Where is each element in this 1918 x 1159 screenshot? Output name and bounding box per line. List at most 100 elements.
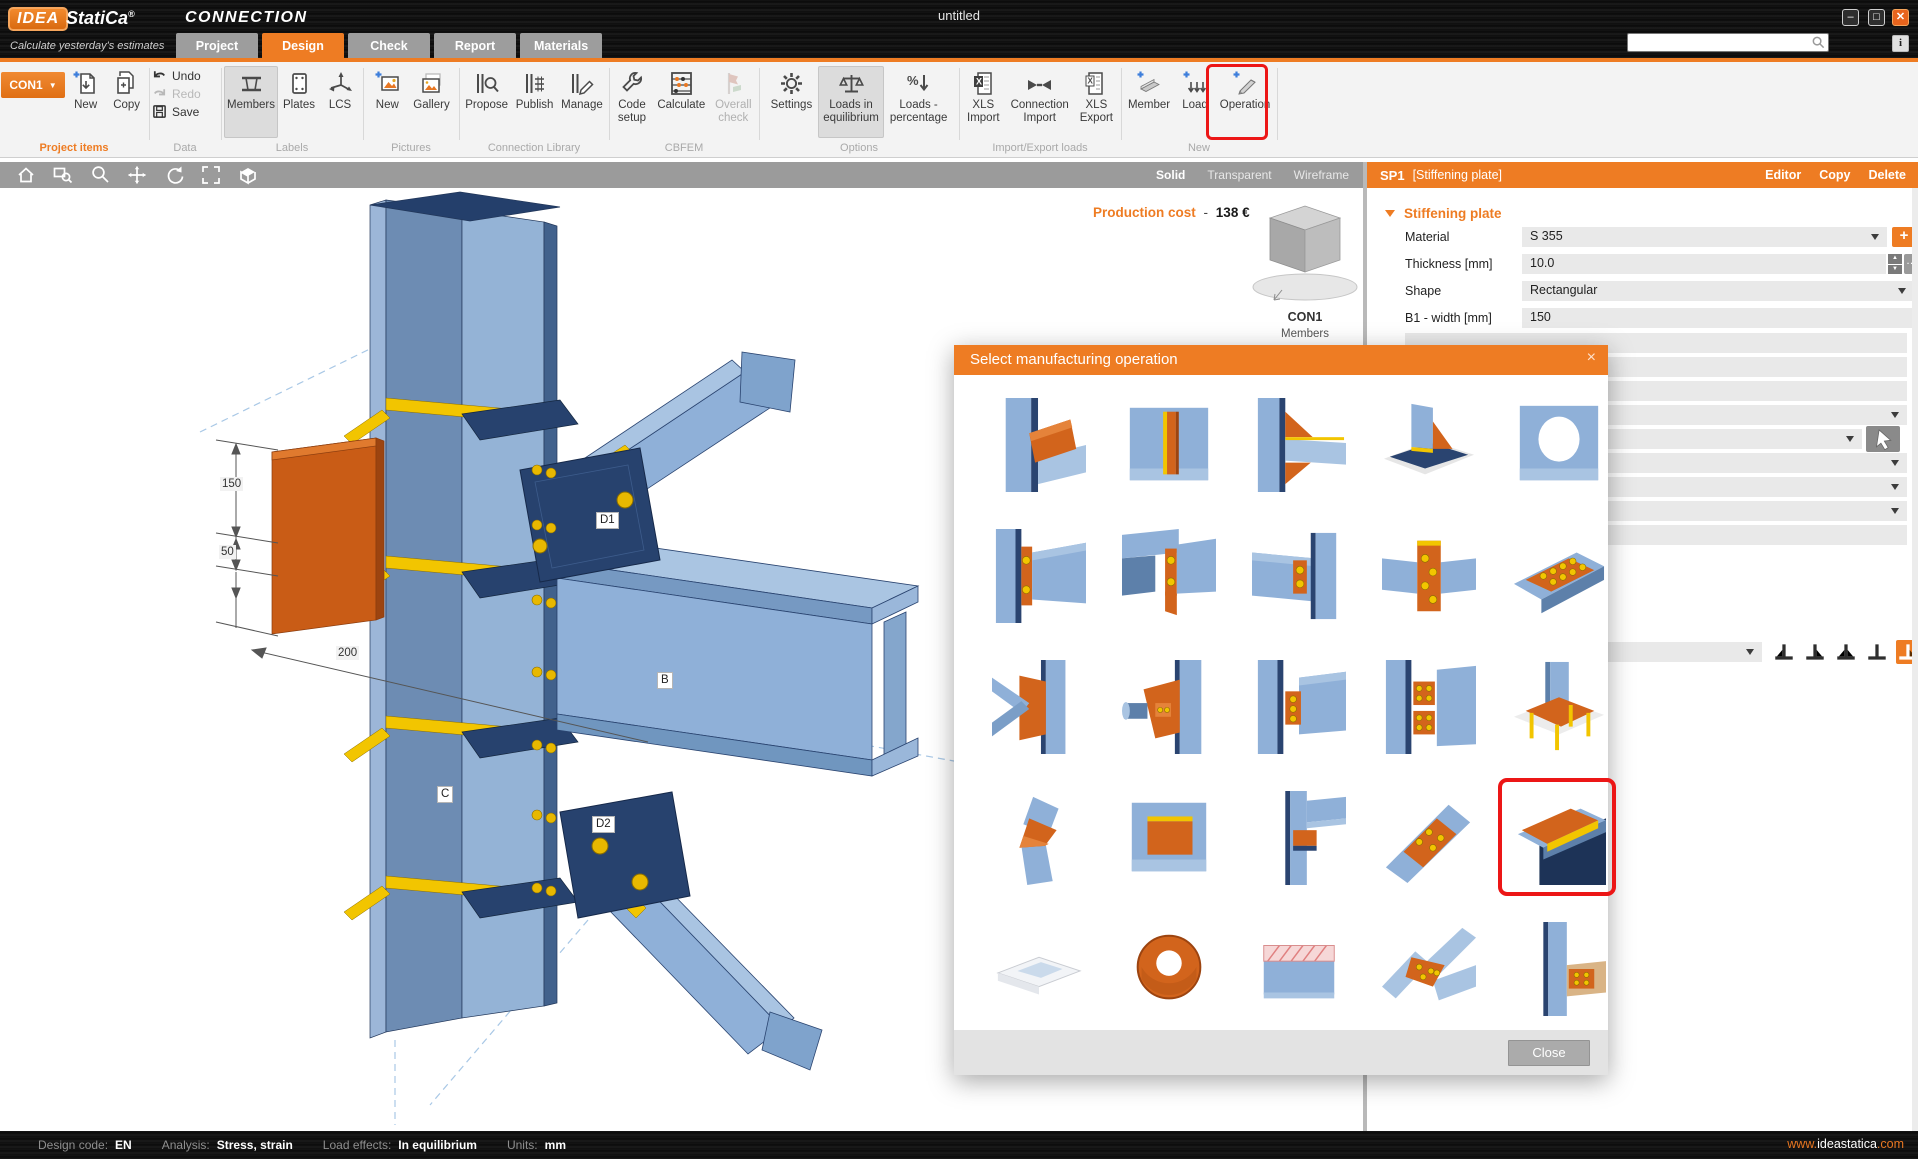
overall-check-button[interactable]: Overallcheck: [711, 66, 756, 138]
operation-stiffener[interactable]: [1122, 398, 1216, 492]
propose-button[interactable]: Propose: [462, 66, 511, 138]
loads-percentage-button[interactable]: %Loads -percentage: [885, 66, 953, 138]
stiffening-plate-3d[interactable]: [272, 438, 384, 634]
operation-plate-to-plate[interactable]: [1252, 660, 1346, 754]
operation-base-plate[interactable]: [1382, 398, 1476, 492]
tab-materials[interactable]: Materials: [520, 33, 602, 58]
members-button[interactable]: Members: [224, 66, 278, 138]
operation-bend-elbow[interactable]: [992, 791, 1086, 885]
dropdown-arrow-icon[interactable]: [1871, 234, 1879, 240]
copy-button[interactable]: Copy: [107, 66, 147, 138]
solid-view-icon[interactable]: [237, 164, 259, 186]
dropdown-arrow-icon[interactable]: [1898, 288, 1906, 294]
property-value[interactable]: Rectangular: [1522, 281, 1914, 301]
operation-beam-end-plate[interactable]: [1122, 529, 1216, 623]
member-label-b[interactable]: B: [657, 672, 673, 689]
calculate-button[interactable]: Calculate: [653, 66, 710, 138]
settings-button[interactable]: Settings: [766, 66, 818, 138]
operation-rib[interactable]: [1252, 398, 1346, 492]
home-icon[interactable]: [15, 164, 37, 186]
website-link[interactable]: www.ideastatica.com: [1787, 1137, 1904, 1151]
tab-report[interactable]: Report: [434, 33, 516, 58]
search-input[interactable]: [1630, 35, 1808, 50]
operation-bolted-splice[interactable]: [1382, 660, 1476, 754]
operation-lap-splice[interactable]: [1382, 791, 1476, 885]
maximize-button[interactable]: □: [1868, 9, 1885, 26]
weld-plain-icon[interactable]: [1865, 640, 1889, 664]
tree-node-members[interactable]: Members: [1255, 328, 1355, 340]
xls-export-button[interactable]: XXLSExport: [1075, 66, 1118, 138]
operation-timber-splice[interactable]: [1512, 922, 1606, 1016]
tab-check[interactable]: Check: [348, 33, 430, 58]
view-mode-transparent[interactable]: Transparent: [1207, 168, 1271, 182]
view-mode-wireframe[interactable]: Wireframe: [1294, 168, 1349, 182]
new-button[interactable]: New: [66, 66, 106, 138]
property-value[interactable]: 10.0: [1522, 254, 1886, 274]
operation-fin-plate[interactable]: [1252, 529, 1346, 623]
rotate-icon[interactable]: [163, 164, 185, 186]
zoom-window-icon[interactable]: [52, 164, 74, 186]
close-button[interactable]: ✕: [1892, 9, 1909, 26]
dropdown-arrow-icon[interactable]: [1891, 484, 1899, 490]
tab-design[interactable]: Design: [262, 33, 344, 58]
operation-stiffening-plate[interactable]: [1512, 791, 1606, 885]
member-label-d2[interactable]: D2: [592, 816, 615, 833]
undo-button[interactable]: Undo: [152, 68, 222, 83]
minimize-button[interactable]: –: [1842, 9, 1859, 26]
zoom-icon[interactable]: [89, 164, 111, 186]
new-button[interactable]: New: [367, 66, 407, 138]
code-setup-button[interactable]: Codesetup: [612, 66, 652, 138]
member-label-c[interactable]: C: [437, 786, 453, 803]
delete-operation-button[interactable]: Delete: [1868, 168, 1906, 182]
dropdown-arrow-icon[interactable]: [1746, 649, 1754, 655]
value-spinner[interactable]: ▲▼: [1888, 254, 1902, 274]
operation-ghost-plate[interactable]: [992, 922, 1086, 1016]
operation-connecting-plate[interactable]: [1382, 529, 1476, 623]
lcs-button[interactable]: LCS: [320, 66, 360, 138]
save-button[interactable]: Save: [152, 104, 222, 119]
dropdown-arrow-icon[interactable]: [1891, 412, 1899, 418]
operation-opening[interactable]: [1512, 398, 1606, 492]
property-value[interactable]: S 355: [1522, 227, 1887, 247]
project-item-dropdown[interactable]: CON1▼: [1, 72, 64, 98]
gusset-plate-d2[interactable]: [560, 792, 690, 918]
load-button[interactable]: Load: [1175, 66, 1215, 138]
dropdown-arrow-icon[interactable]: [1891, 460, 1899, 466]
operation-corner-cleat[interactable]: [1252, 791, 1346, 885]
operation-truss-gusset[interactable]: [1382, 922, 1476, 1016]
info-button[interactable]: i: [1892, 35, 1909, 52]
dropdown-arrow-icon[interactable]: [1891, 508, 1899, 514]
loads-in-equilibrium-button[interactable]: Loads inequilibrium: [818, 66, 884, 138]
operation-doubler-plate[interactable]: [1122, 791, 1216, 885]
member-button[interactable]: Member: [1124, 66, 1174, 138]
dialog-close-icon[interactable]: ×: [1587, 349, 1596, 367]
connection-import-button[interactable]: ConnectionImport: [1006, 66, 1074, 138]
section-header[interactable]: Stiffening plate: [1385, 206, 1502, 221]
tab-project[interactable]: Project: [176, 33, 258, 58]
panel-scrollbar[interactable]: [1912, 188, 1918, 1131]
weld-left-icon[interactable]: [1772, 640, 1796, 664]
operation-end-plate[interactable]: [992, 529, 1086, 623]
operation-stub-connection[interactable]: [1122, 660, 1216, 754]
weld-both-icon[interactable]: [1834, 640, 1858, 664]
pan-icon[interactable]: [126, 164, 148, 186]
dialog-close-button[interactable]: Close: [1508, 1040, 1590, 1066]
dialog-header[interactable]: Select manufacturing operation ×: [954, 345, 1608, 375]
copy-operation-button[interactable]: Copy: [1819, 168, 1850, 182]
property-value[interactable]: 150: [1522, 308, 1914, 328]
operation-gusset-cross-brace[interactable]: [992, 660, 1086, 754]
xls-import-button[interactable]: XXLSImport: [962, 66, 1005, 138]
weld-right-icon[interactable]: [1803, 640, 1827, 664]
fit-view-icon[interactable]: [200, 164, 222, 186]
redo-button[interactable]: Redo: [152, 86, 222, 101]
publish-button[interactable]: Publish: [512, 66, 557, 138]
dropdown-arrow-icon[interactable]: [1846, 436, 1854, 442]
operation-workplane-table[interactable]: [1512, 660, 1606, 754]
pick-in-scene-button[interactable]: [1866, 426, 1900, 452]
tree-node-con1[interactable]: CON1: [1255, 310, 1355, 324]
member-label-d1[interactable]: D1: [596, 512, 619, 529]
operation-button[interactable]: Operation: [1216, 66, 1274, 138]
operation-cut-of-member[interactable]: [992, 398, 1086, 492]
navigation-cube[interactable]: [1253, 206, 1357, 300]
plates-button[interactable]: Plates: [279, 66, 319, 138]
